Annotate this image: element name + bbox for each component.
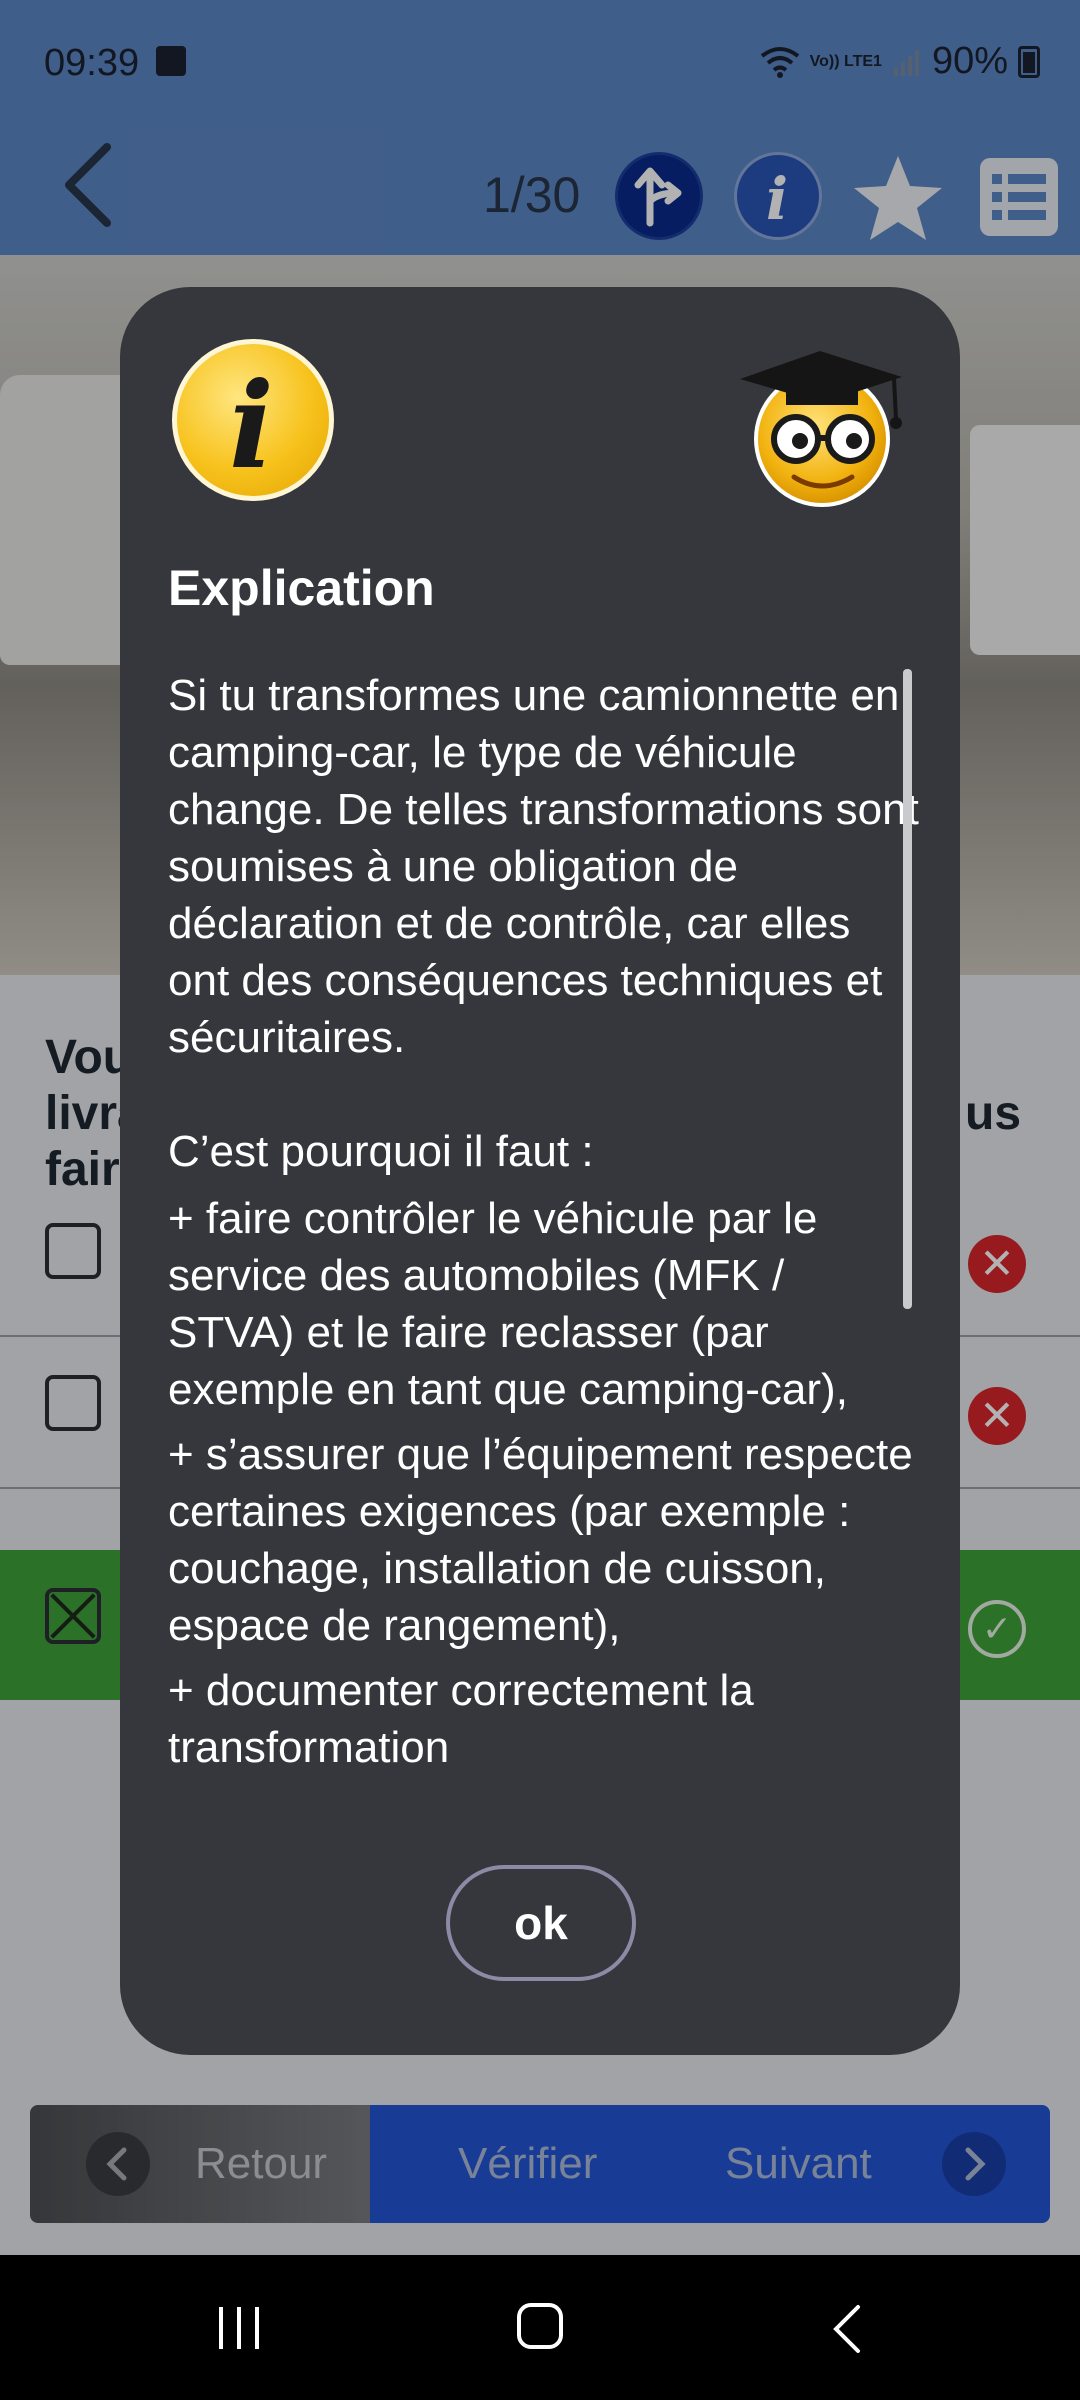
info-icon: i bbox=[172, 339, 334, 501]
system-navigation-bar bbox=[0, 2255, 1080, 2400]
explanation-paragraph: Si tu transformes une camionnette en cam… bbox=[168, 671, 919, 1062]
ok-button[interactable]: ok bbox=[446, 1865, 636, 1981]
explanation-item: + faire contrôler le véhicule par le ser… bbox=[168, 1194, 848, 1414]
dialog-body[interactable]: Si tu transformes une camionnette en cam… bbox=[168, 667, 920, 1792]
system-back-icon[interactable] bbox=[828, 2303, 868, 2355]
explanation-lead: C’est pourquoi il faut : bbox=[168, 1127, 594, 1176]
professor-emoji-icon bbox=[740, 351, 902, 507]
explanation-dialog: i Explication Si tu transformes une cami… bbox=[120, 287, 960, 2055]
explanation-item: + documenter correctement la transformat… bbox=[168, 1666, 754, 1772]
home-icon[interactable] bbox=[517, 2303, 563, 2349]
dialog-scrollbar[interactable] bbox=[903, 669, 912, 1309]
dialog-title: Explication bbox=[168, 560, 435, 616]
recent-apps-icon[interactable] bbox=[215, 2307, 263, 2349]
explanation-item: + s’assurer que l’équipement respecte ce… bbox=[168, 1430, 913, 1650]
